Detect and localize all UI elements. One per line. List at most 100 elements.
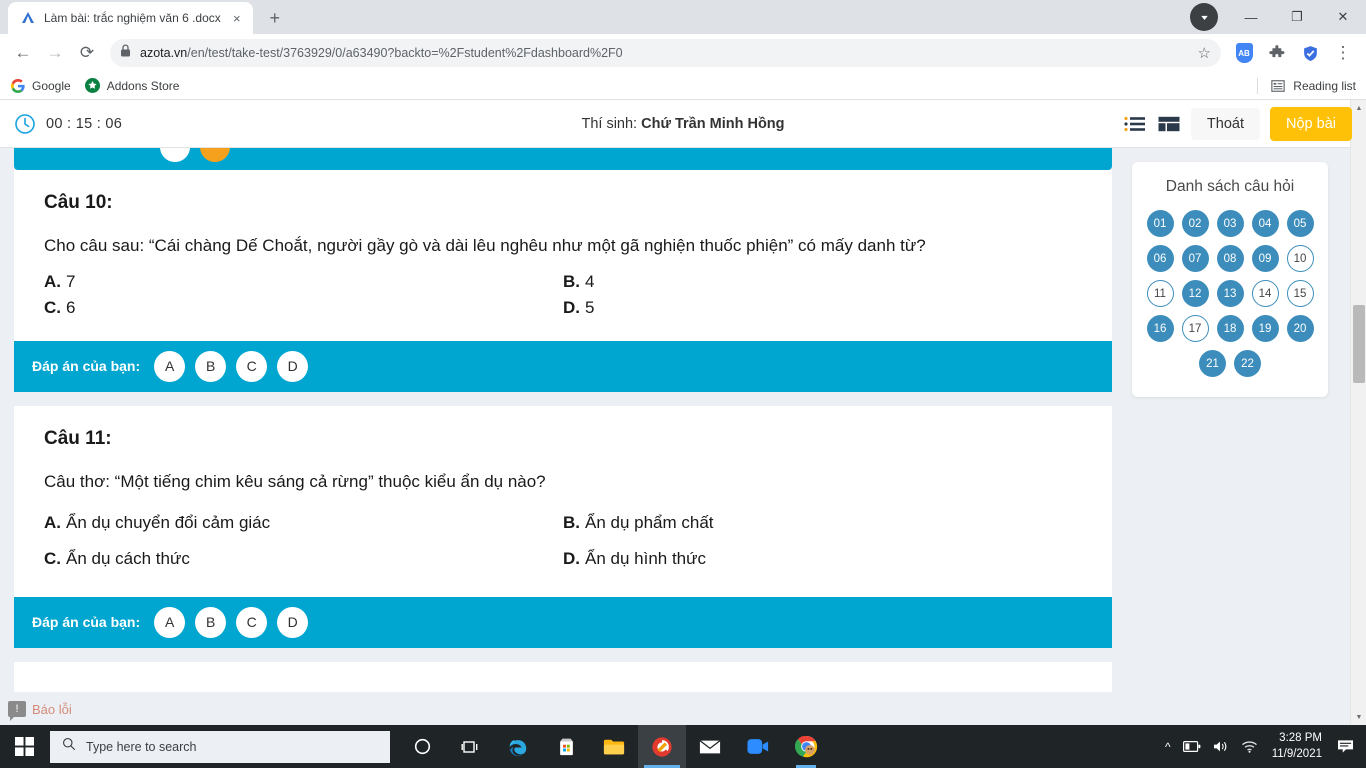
question-number-13[interactable]: 13 xyxy=(1216,280,1244,307)
windows-start-icon[interactable] xyxy=(0,725,48,768)
option-a[interactable]: A. 7 xyxy=(44,269,563,295)
question-number-19[interactable]: 19 xyxy=(1251,315,1279,342)
shield-check-icon[interactable] xyxy=(1295,38,1325,68)
answer-choice-d[interactable]: D xyxy=(277,606,309,638)
search-icon xyxy=(62,737,76,756)
question-number-02[interactable]: 02 xyxy=(1181,210,1209,237)
question-number-04[interactable]: 04 xyxy=(1251,210,1279,237)
edge-icon[interactable] xyxy=(494,725,542,768)
option-c[interactable]: C. Ẩn dụ cách thức xyxy=(44,541,563,577)
option-b[interactable]: B. Ẩn dụ phẩm chất xyxy=(563,505,1082,541)
answer-choice-c[interactable]: C xyxy=(236,350,268,382)
question-number-22[interactable]: 22 xyxy=(1234,350,1261,377)
scrollbar-thumb[interactable] xyxy=(1353,305,1365,383)
maximize-button[interactable]: ❐ xyxy=(1274,0,1320,34)
report-error-widget[interactable]: ! Báo lỗi xyxy=(8,701,72,721)
back-icon[interactable]: ← xyxy=(8,38,38,68)
minimize-button[interactable]: — xyxy=(1228,0,1274,34)
chrome-icon[interactable] xyxy=(782,725,830,768)
new-tab-button[interactable]: + xyxy=(261,4,289,32)
file-explorer-icon[interactable] xyxy=(590,725,638,768)
questions-column: Câu 10: Cho câu sau: “Cái chàng Dế Choắt… xyxy=(0,148,1126,725)
question-number-01[interactable]: 01 xyxy=(1146,210,1174,237)
forward-icon[interactable]: → xyxy=(40,38,70,68)
grid-view-icon[interactable] xyxy=(1157,114,1181,134)
address-bar[interactable]: azota.vn/en/test/take-test/3763929/0/a63… xyxy=(110,39,1221,67)
question-number-07[interactable]: 07 xyxy=(1181,245,1209,272)
azota-logo-icon xyxy=(20,10,36,26)
option-b[interactable]: B. 4 xyxy=(563,269,1082,295)
volume-icon[interactable] xyxy=(1213,740,1229,753)
toolbar-extensions: AB ⋮ xyxy=(1229,38,1358,68)
test-app-bar: 00 : 15 : 06 Thí sinh: Chứ Trần Minh Hồn… xyxy=(0,100,1366,148)
question-number-08[interactable]: 08 xyxy=(1216,245,1244,272)
wifi-icon[interactable] xyxy=(1241,740,1258,753)
option-d[interactable]: D. 5 xyxy=(563,295,1082,321)
bookmark-star-icon[interactable]: ☆ xyxy=(1198,44,1211,62)
battery-icon[interactable] xyxy=(1182,741,1201,752)
bookmark-google[interactable]: Google xyxy=(10,78,71,94)
answer-choice-selected-partial[interactable] xyxy=(200,148,230,162)
answer-choice-a[interactable]: A xyxy=(154,606,186,638)
zoom-icon[interactable] xyxy=(734,725,782,768)
lock-icon xyxy=(120,44,131,62)
adblock-extension-icon[interactable]: AB xyxy=(1229,38,1259,68)
option-d[interactable]: D. Ẩn dụ hình thức xyxy=(563,541,1082,577)
page-scrollbar[interactable]: ▲ ▼ xyxy=(1350,100,1366,725)
list-view-icon[interactable] xyxy=(1123,114,1147,134)
answer-choice-d[interactable]: D xyxy=(277,350,309,382)
question-text: Câu thơ: “Một tiếng chim kêu sáng cả rừn… xyxy=(44,471,546,491)
answer-choice-b[interactable]: B xyxy=(195,606,227,638)
exit-button[interactable]: Thoát xyxy=(1190,107,1261,140)
report-error-label: Báo lỗi xyxy=(32,701,72,717)
answer-bar-label: Đáp án của bạn: xyxy=(32,358,141,375)
question-number-12[interactable]: 12 xyxy=(1181,280,1209,307)
answer-choice-partial[interactable] xyxy=(160,148,190,162)
window-close-button[interactable]: ✕ xyxy=(1320,0,1366,34)
scroll-up-icon[interactable]: ▲ xyxy=(1351,100,1366,116)
question-number-05[interactable]: 05 xyxy=(1286,210,1314,237)
option-text: 4 xyxy=(585,271,595,291)
browser-menu-icon[interactable]: ⋮ xyxy=(1328,38,1358,68)
test-body: Câu 10: Cho câu sau: “Cái chàng Dế Choắt… xyxy=(0,148,1366,725)
reload-icon[interactable]: ⟳ xyxy=(72,38,102,68)
tray-chevron-icon[interactable]: ^ xyxy=(1165,740,1171,754)
question-number-09[interactable]: 09 xyxy=(1251,245,1279,272)
reading-list-button[interactable]: Reading list xyxy=(1257,77,1356,94)
answer-choice-a[interactable]: A xyxy=(154,350,186,382)
puzzle-icon[interactable] xyxy=(1262,38,1292,68)
cc-cleaner-icon[interactable] xyxy=(638,725,686,768)
question-title: Câu 11: xyxy=(44,427,112,449)
question-number-15[interactable]: 15 xyxy=(1286,280,1314,307)
option-text: 5 xyxy=(585,297,595,317)
mail-icon[interactable] xyxy=(686,725,734,768)
question-number-21[interactable]: 21 xyxy=(1199,350,1226,377)
question-number-20[interactable]: 20 xyxy=(1286,315,1314,342)
microsoft-store-icon[interactable] xyxy=(542,725,590,768)
question-number-16[interactable]: 16 xyxy=(1146,315,1174,342)
scroll-down-icon[interactable]: ▼ xyxy=(1351,709,1366,725)
option-c[interactable]: C. 6 xyxy=(44,295,563,321)
question-number-11[interactable]: 11 xyxy=(1146,280,1174,307)
bookmark-addons-store[interactable]: Addons Store xyxy=(85,78,179,94)
profile-avatar[interactable] xyxy=(1190,3,1218,31)
browser-tab[interactable]: Làm bài: trắc nghiệm văn 6 .docx × xyxy=(8,2,253,34)
option-a[interactable]: A. Ẩn dụ chuyển đổi cảm giác xyxy=(44,505,563,541)
answer-bar: Đáp án của bạn: A B C D xyxy=(14,340,1112,392)
answer-choice-c[interactable]: C xyxy=(236,606,268,638)
cortana-icon[interactable] xyxy=(398,725,446,768)
question-number-17[interactable]: 17 xyxy=(1181,315,1209,342)
search-input[interactable]: Type here to search xyxy=(50,730,390,763)
submit-test-button[interactable]: Nộp bài xyxy=(1270,106,1352,141)
task-view-icon[interactable] xyxy=(446,725,494,768)
taskbar-clock[interactable]: 3:28 PM 11/9/2021 xyxy=(1272,731,1322,762)
question-number-10[interactable]: 10 xyxy=(1286,245,1314,272)
question-number-06[interactable]: 06 xyxy=(1146,245,1174,272)
notification-icon[interactable] xyxy=(1334,739,1356,754)
question-number-14[interactable]: 14 xyxy=(1251,280,1279,307)
question-number-03[interactable]: 03 xyxy=(1216,210,1244,237)
answer-choice-b[interactable]: B xyxy=(195,350,227,382)
window-controls: — ❐ ✕ xyxy=(1190,0,1366,34)
question-number-18[interactable]: 18 xyxy=(1216,315,1244,342)
close-icon[interactable]: × xyxy=(229,10,245,26)
